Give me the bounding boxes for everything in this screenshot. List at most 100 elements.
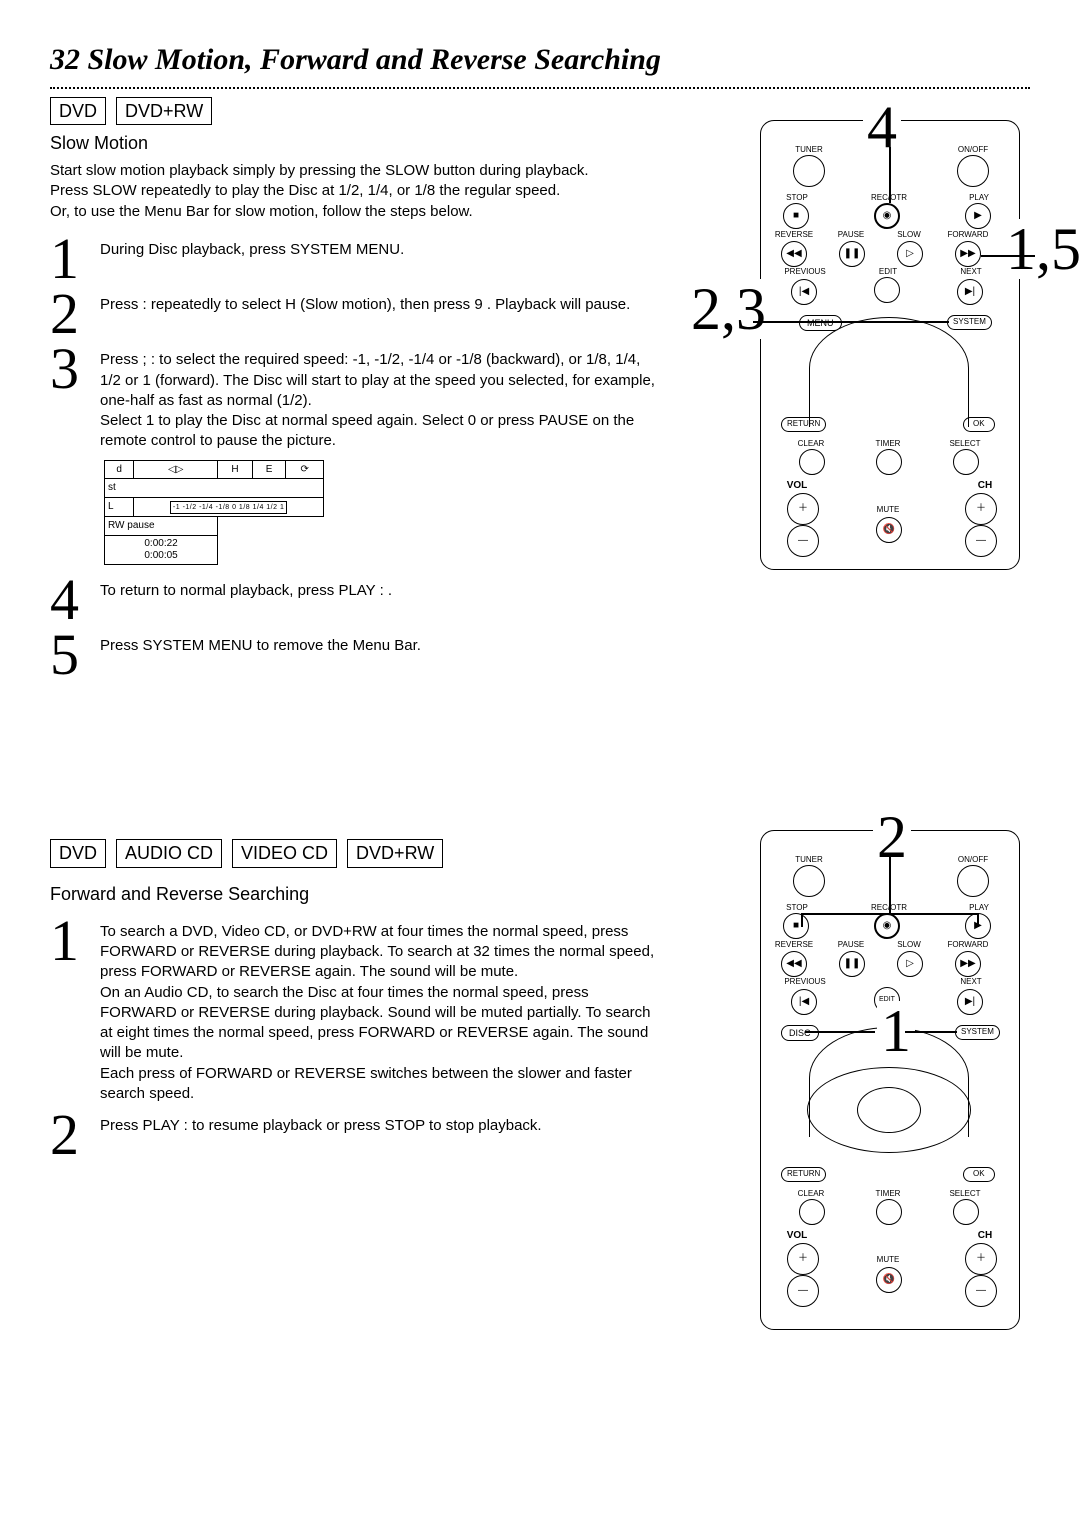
- label-mute: MUTE: [858, 1255, 918, 1266]
- skip-back-icon: |◀: [799, 995, 809, 1009]
- osd-cell: E: [252, 460, 285, 479]
- next-button[interactable]: ▶|: [957, 989, 983, 1015]
- rec-button[interactable]: ◉: [874, 203, 900, 229]
- ok-button[interactable]: OK: [963, 1167, 995, 1182]
- clear-button[interactable]: [799, 449, 825, 475]
- vol-up-button[interactable]: ＋: [787, 493, 819, 525]
- remote-illustration-bottom: TUNER ON/OFF STOP REC/OTR PLAY ■ ◉ ▶ REV…: [760, 830, 1020, 1330]
- pause-icon: ❚❚: [844, 957, 861, 971]
- label-forward: FORWARD: [938, 230, 998, 241]
- step-number: 2: [50, 289, 86, 338]
- steps-list: 1 To search a DVD, Video CD, or DVD+RW a…: [50, 916, 655, 1160]
- step-number: 1: [50, 234, 86, 283]
- edit-button[interactable]: [874, 277, 900, 303]
- ch-down-button[interactable]: —: [965, 1275, 997, 1307]
- select-button[interactable]: [953, 449, 979, 475]
- osd-cell: ⟳: [286, 460, 324, 479]
- onoff-button[interactable]: [957, 155, 989, 187]
- page-title: 32 Slow Motion, Forward and Reverse Sear…: [50, 40, 1030, 89]
- callout-number: 4: [863, 97, 901, 157]
- rec-button[interactable]: ◉: [874, 913, 900, 939]
- tuner-button[interactable]: [793, 865, 825, 897]
- vol-down-button[interactable]: —: [787, 1275, 819, 1307]
- label-slow: SLOW: [879, 940, 939, 951]
- timer-button[interactable]: [876, 1199, 902, 1225]
- stop-button[interactable]: ■: [783, 203, 809, 229]
- osd-cell: st: [105, 479, 324, 498]
- step-number: 4: [50, 575, 86, 624]
- label-next: NEXT: [941, 267, 1001, 278]
- step-text: Press PLAY : to resume playback or press…: [100, 1110, 655, 1136]
- next-button[interactable]: ▶|: [957, 279, 983, 305]
- label-next: NEXT: [941, 977, 1001, 988]
- label-reverse: REVERSE: [764, 940, 824, 951]
- ch-down-button[interactable]: —: [965, 525, 997, 557]
- callout-line: [905, 1031, 957, 1033]
- slow-button[interactable]: ▷: [897, 241, 923, 267]
- pause-button[interactable]: ❚❚: [839, 951, 865, 977]
- format-badge: DVD+RW: [116, 97, 212, 125]
- label-ch: CH: [955, 1229, 1015, 1243]
- label-vol: VOL: [767, 479, 827, 493]
- system-button[interactable]: SYSTEM: [947, 315, 992, 330]
- clear-button[interactable]: [799, 1199, 825, 1225]
- osd-cell: L: [105, 497, 134, 516]
- ch-up-button[interactable]: ＋: [965, 1243, 997, 1275]
- callout-line: [889, 147, 891, 203]
- plus-icon: ＋: [976, 502, 986, 516]
- osd-cell: ◁▷: [134, 460, 218, 479]
- vol-up-button[interactable]: ＋: [787, 1243, 819, 1275]
- label-pause: PAUSE: [821, 230, 881, 241]
- forward-button[interactable]: ▶▶: [955, 951, 981, 977]
- return-button[interactable]: RETURN: [781, 417, 826, 432]
- ok-button[interactable]: OK: [963, 417, 995, 432]
- callout-line: [889, 857, 891, 913]
- label-forward: FORWARD: [938, 940, 998, 951]
- previous-button[interactable]: |◀: [791, 989, 817, 1015]
- step-2: 2 Press PLAY : to resume playback or pre…: [50, 1110, 655, 1159]
- step-text: Press : repeatedly to select H (Slow mot…: [100, 289, 655, 315]
- ch-up-button[interactable]: ＋: [965, 493, 997, 525]
- pause-button[interactable]: ❚❚: [839, 241, 865, 267]
- mute-icon: 🔇: [883, 1273, 895, 1287]
- step-number: 2: [50, 1110, 86, 1159]
- forward-button[interactable]: ▶▶: [955, 241, 981, 267]
- system-button[interactable]: SYSTEM: [955, 1025, 1000, 1040]
- callout-line: [801, 913, 803, 927]
- callout-line: [753, 321, 797, 323]
- osd-graphic: d ◁▷ H E ⟳ st L -1 -1/2 -1/4 -1/8 0 1/8 …: [104, 460, 324, 565]
- stop-button[interactable]: ■: [783, 913, 809, 939]
- previous-button[interactable]: |◀: [791, 279, 817, 305]
- record-icon: ◉: [883, 209, 892, 223]
- step-text: Press SYSTEM MENU to remove the Menu Bar…: [100, 630, 655, 656]
- slow-icon: ▷: [906, 957, 914, 971]
- remote-illustration-top: TUNER ON/OFF STOP REC/OTR PLAY ■ ◉ ▶ REV…: [760, 120, 1020, 570]
- step-1: 1 To search a DVD, Video CD, or DVD+RW a…: [50, 916, 655, 1104]
- osd-cell: H: [218, 460, 253, 479]
- steps-list: 1 During Disc playback, press SYSTEM MEN…: [50, 234, 655, 679]
- osd-cell: d: [105, 460, 134, 479]
- reverse-button[interactable]: ◀◀: [781, 241, 807, 267]
- plus-icon: ＋: [798, 502, 808, 516]
- minus-icon: —: [976, 1284, 986, 1298]
- callout-line: [981, 255, 1035, 257]
- reverse-button[interactable]: ◀◀: [781, 951, 807, 977]
- vol-down-button[interactable]: —: [787, 525, 819, 557]
- select-button[interactable]: [953, 1199, 979, 1225]
- disc-button[interactable]: DISC: [781, 1025, 819, 1041]
- mute-button[interactable]: 🔇: [876, 517, 902, 543]
- rewind-icon: ◀◀: [786, 247, 801, 261]
- return-button[interactable]: RETURN: [781, 1167, 826, 1182]
- step-5: 5 Press SYSTEM MENU to remove the Menu B…: [50, 630, 655, 679]
- step-text: Press ; : to select the required speed: …: [100, 344, 655, 451]
- slow-button[interactable]: ▷: [897, 951, 923, 977]
- record-icon: ◉: [883, 919, 892, 933]
- label-previous: PREVIOUS: [775, 267, 835, 278]
- timer-button[interactable]: [876, 449, 902, 475]
- tuner-button[interactable]: [793, 155, 825, 187]
- onoff-button[interactable]: [957, 865, 989, 897]
- osd-time-2: 0:00:05: [108, 550, 214, 562]
- mute-button[interactable]: 🔇: [876, 1267, 902, 1293]
- step-text: During Disc playback, press SYSTEM MENU.: [100, 234, 655, 260]
- play-button[interactable]: ▶: [965, 203, 991, 229]
